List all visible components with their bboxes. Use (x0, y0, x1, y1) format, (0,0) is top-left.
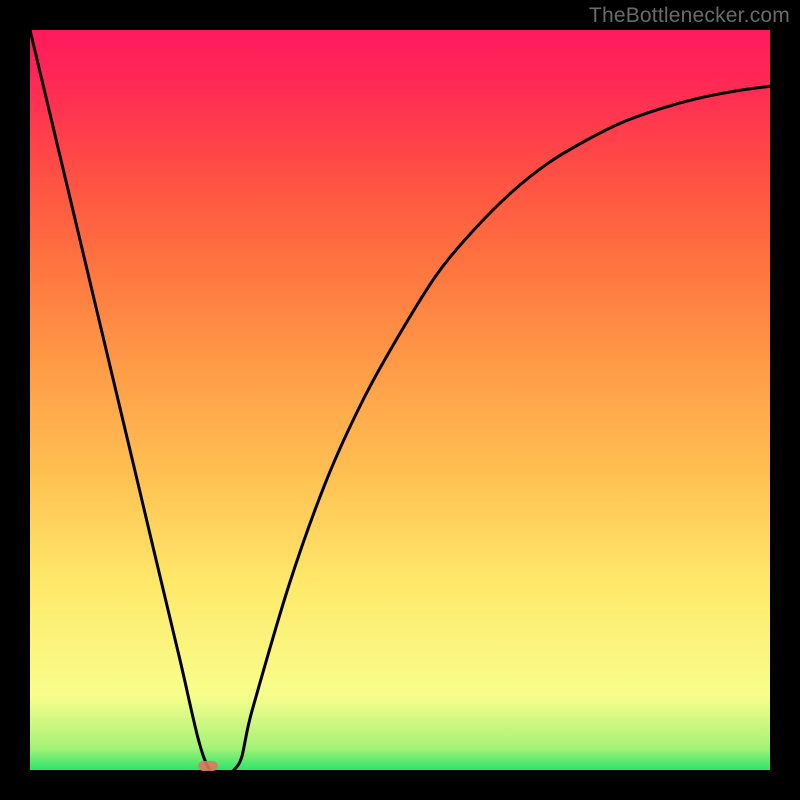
watermark-label: TheBottlenecker.com (589, 4, 790, 28)
plot-area (30, 30, 770, 770)
minimum-marker (198, 761, 218, 771)
curve-path (30, 30, 770, 777)
bottleneck-curve (30, 30, 770, 770)
chart-frame: TheBottlenecker.com (0, 0, 800, 800)
